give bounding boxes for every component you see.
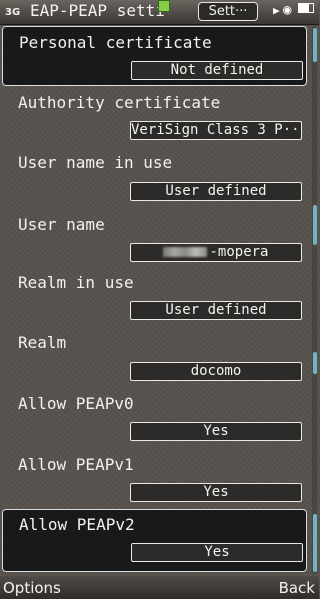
scroll-marker — [313, 514, 317, 572]
setting-value: User defined — [130, 182, 302, 201]
setting-value: Yes — [130, 422, 302, 441]
setting-label: Allow PEAPv0 — [18, 394, 134, 413]
scroll-marker — [313, 352, 317, 374]
setting-value: -mopera — [130, 243, 302, 262]
setting-label: User name in use — [18, 153, 173, 172]
options-softkey[interactable]: Options — [3, 579, 61, 597]
setting-value: docomo — [130, 362, 302, 381]
setting-personal-certificate[interactable]: Personal certificate Not defined — [2, 26, 307, 86]
setting-label: Realm — [18, 333, 67, 352]
setting-label: Allow PEAPv2 — [19, 515, 135, 534]
setting-value: Yes — [131, 543, 303, 562]
setting-label: Realm in use — [18, 273, 134, 292]
setting-authority-certificate[interactable]: Authority certificate VeriSign Class 3 P… — [2, 88, 307, 146]
scrollbar[interactable] — [312, 26, 317, 574]
back-softkey[interactable]: Back — [279, 579, 315, 597]
signal-icon — [158, 0, 170, 12]
status-bar: 3G EAP-PEAP setti Sett··· ▶ ◉ — [0, 0, 319, 25]
setting-user-name[interactable]: User name -mopera — [2, 208, 307, 266]
setting-value: Yes — [130, 483, 302, 502]
softkey-bar: Options Back — [0, 576, 319, 599]
setting-user-name-in-use[interactable]: User name in use User defined — [2, 148, 307, 206]
network-indicator: 3G — [5, 7, 21, 18]
settings-menu-pill[interactable]: Sett··· — [198, 2, 258, 21]
wifi-icon: ◉ — [283, 2, 292, 18]
setting-realm[interactable]: Realm docomo — [2, 328, 307, 386]
setting-label: Personal certificate — [19, 33, 212, 52]
setting-label: User name — [18, 215, 105, 234]
battery-icon — [298, 3, 314, 13]
setting-allow-peapv2[interactable]: Allow PEAPv2 Yes — [2, 509, 307, 572]
setting-allow-peapv0[interactable]: Allow PEAPv0 Yes — [2, 388, 307, 446]
setting-label: Allow PEAPv1 — [18, 455, 134, 474]
scroll-marker — [313, 28, 317, 62]
username-suffix: -mopera — [209, 244, 269, 260]
setting-realm-in-use[interactable]: Realm in use User defined — [2, 268, 307, 326]
setting-value: VeriSign Class 3 P··· — [130, 121, 302, 140]
arrow-right-icon: ▶ — [273, 4, 280, 17]
setting-label: Authority certificate — [18, 93, 221, 112]
setting-value: Not defined — [131, 61, 303, 80]
setting-allow-peapv1[interactable]: Allow PEAPv1 Yes — [2, 448, 307, 506]
redacted-username — [163, 247, 208, 257]
screen-title: EAP-PEAP setti — [30, 1, 165, 20]
setting-value: User defined — [130, 301, 302, 320]
scroll-marker — [313, 205, 317, 245]
